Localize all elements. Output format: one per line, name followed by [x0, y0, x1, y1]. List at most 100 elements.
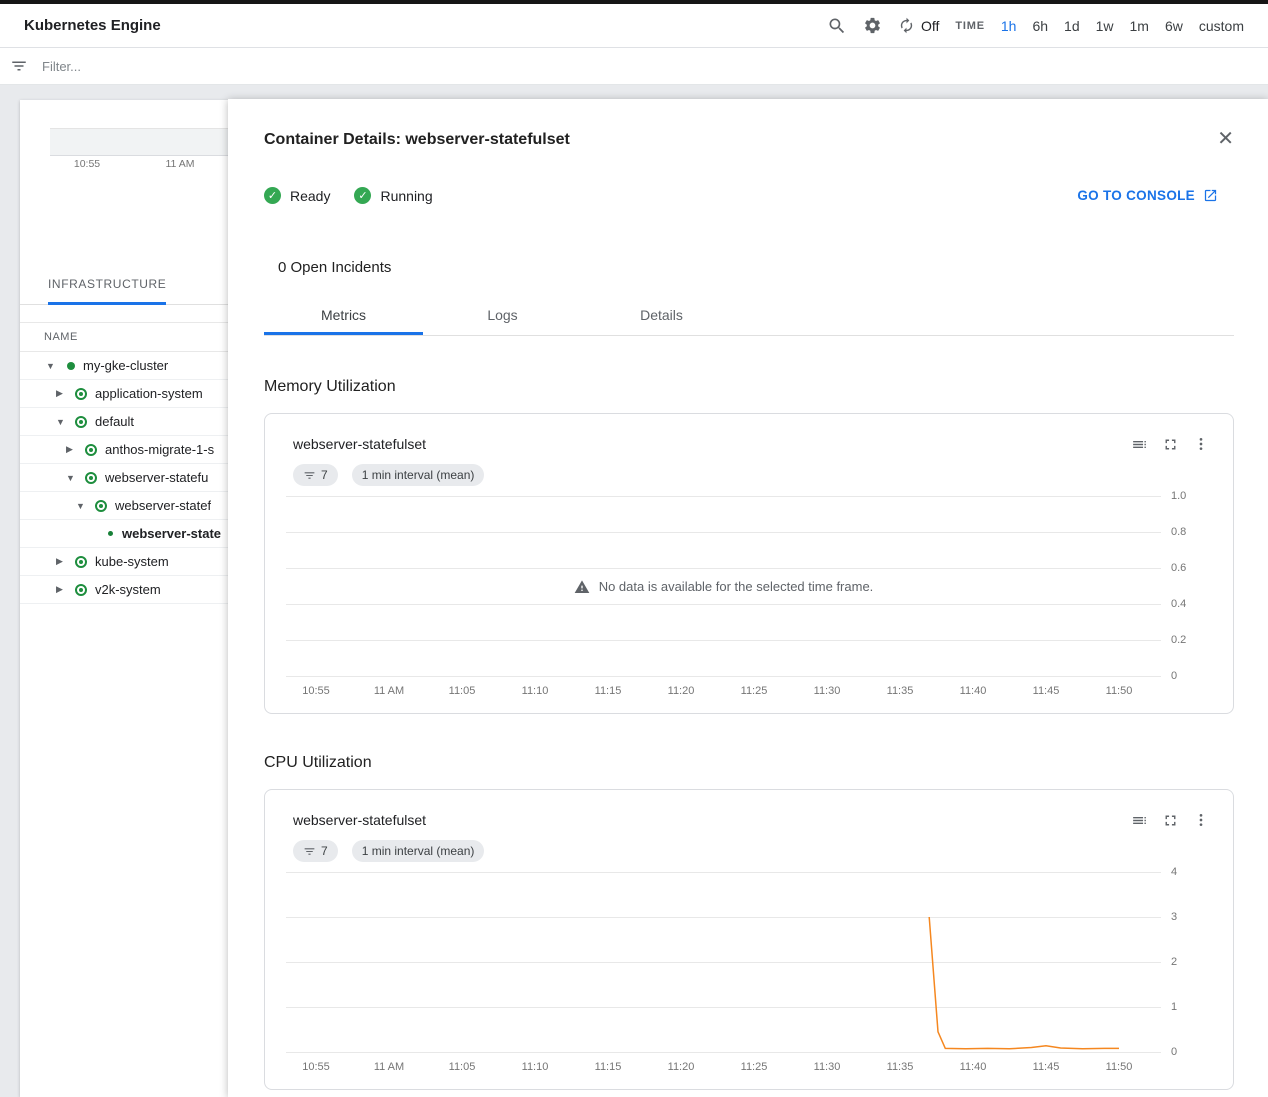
- tree-item-anthos-migrate[interactable]: anthos-migrate-1-s: [20, 436, 228, 464]
- x-axis-label: 11:30: [814, 1061, 841, 1073]
- tab-details[interactable]: Details: [582, 295, 741, 335]
- tree-item-application-system[interactable]: application-system: [20, 380, 228, 408]
- tree-item-webserver-container[interactable]: webserver-state: [20, 520, 228, 548]
- check-circle-icon: [354, 187, 371, 204]
- time-range-1h[interactable]: 1h: [1001, 18, 1017, 34]
- x-axis-label: 11:25: [741, 685, 768, 697]
- y-axis: 1.00.80.60.40.20: [1161, 496, 1231, 677]
- tree-column-header: NAME: [20, 322, 228, 352]
- y-axis-label: 1.0: [1171, 490, 1186, 502]
- sidebar-tab-row: INFRASTRUCTURE: [20, 263, 228, 305]
- chart-body: 43210: [286, 872, 1209, 1053]
- chart-title: webserver-statefulset: [293, 812, 426, 828]
- filter-list-icon[interactable]: [10, 57, 28, 75]
- cpu-section-title: CPU Utilization: [264, 754, 1234, 772]
- status-row: Ready Running GO TO CONSOLE: [264, 187, 1234, 204]
- fullscreen-icon[interactable]: [1162, 812, 1179, 829]
- memory-section-title: Memory Utilization: [264, 378, 1234, 396]
- tree-item-label: my-gke-cluster: [83, 358, 168, 373]
- tab-infrastructure[interactable]: INFRASTRUCTURE: [48, 263, 166, 305]
- tree-item-label: webserver-statef: [115, 498, 211, 513]
- x-axis: 10:5511 AM11:0511:1011:1511:2011:2511:30…: [286, 1053, 1161, 1079]
- chart-card-header: webserver-statefulset: [286, 810, 1209, 830]
- auto-refresh-toggle[interactable]: Off: [898, 17, 939, 34]
- more-options-kebab-icon[interactable]: [1193, 812, 1209, 828]
- warning-icon: [574, 579, 590, 595]
- funnel-icon: [303, 845, 316, 858]
- tree-item-webserver-statefulset[interactable]: webserver-statefu: [20, 464, 228, 492]
- infrastructure-sidebar: 10:55 11 AM INFRASTRUCTURE NAME my-gke-c…: [20, 100, 228, 1097]
- tab-logs[interactable]: Logs: [423, 295, 582, 335]
- legend-list-icon[interactable]: [1131, 436, 1148, 453]
- filter-chip[interactable]: 7: [293, 464, 338, 486]
- settings-gear-icon[interactable]: [863, 16, 882, 35]
- time-range-1m[interactable]: 1m: [1130, 18, 1149, 34]
- tree-item-my-gke-cluster[interactable]: my-gke-cluster: [20, 352, 228, 380]
- more-options-kebab-icon[interactable]: [1193, 436, 1209, 452]
- time-range-custom[interactable]: custom: [1199, 18, 1244, 34]
- filter-bar: [0, 48, 1268, 85]
- x-axis-label: 11:15: [595, 1061, 622, 1073]
- close-icon[interactable]: ✕: [1217, 129, 1234, 149]
- chart-actions: [1131, 436, 1209, 453]
- auto-refresh-label: Off: [921, 18, 939, 34]
- infrastructure-tree: my-gke-cluster application-system defaul…: [20, 352, 228, 604]
- plot-area: No data is available for the selected ti…: [286, 496, 1161, 677]
- tree-item-kube-system[interactable]: kube-system: [20, 548, 228, 576]
- x-axis-label: 11:50: [1106, 685, 1133, 697]
- status-running: Running: [354, 187, 432, 204]
- legend-list-icon[interactable]: [1131, 812, 1148, 829]
- panel-title: Container Details: webserver-statefulset: [264, 131, 570, 148]
- chart-body: No data is available for the selected ti…: [286, 496, 1209, 677]
- interval-chip[interactable]: 1 min interval (mean): [352, 840, 485, 862]
- series-line: [929, 917, 1119, 1049]
- y-axis-label: 0: [1171, 1046, 1177, 1058]
- mini-chart-tick: 10:55: [74, 158, 100, 170]
- filter-input[interactable]: [42, 59, 1258, 74]
- chevron-down-icon[interactable]: [46, 361, 65, 371]
- go-to-console-link[interactable]: GO TO CONSOLE: [1077, 188, 1218, 203]
- open-incidents[interactable]: 0 Open Incidents: [278, 259, 1234, 276]
- chevron-right-icon[interactable]: [56, 584, 75, 595]
- x-axis-label: 11 AM: [374, 1061, 404, 1073]
- check-circle-icon: [264, 187, 281, 204]
- mini-chart-tick: 11 AM: [166, 158, 195, 170]
- x-axis-label: 11:15: [595, 685, 622, 697]
- search-icon[interactable]: [827, 16, 847, 36]
- tree-item-v2k-system[interactable]: v2k-system: [20, 576, 228, 604]
- pod-icon: [95, 500, 107, 512]
- chevron-down-icon[interactable]: [56, 417, 75, 427]
- time-range-6h[interactable]: 6h: [1032, 18, 1048, 34]
- time-range-6w[interactable]: 6w: [1165, 18, 1183, 34]
- x-axis-label: 10:55: [302, 1061, 330, 1073]
- status-ready: Ready: [264, 187, 330, 204]
- interval-chip[interactable]: 1 min interval (mean): [352, 464, 485, 486]
- detail-tabs: Metrics Logs Details: [264, 295, 1234, 336]
- x-axis-label: 11:45: [1033, 1061, 1060, 1073]
- tab-metrics[interactable]: Metrics: [264, 295, 423, 335]
- tree-item-webserver-pod[interactable]: webserver-statef: [20, 492, 228, 520]
- app-bar: Kubernetes Engine Off TIME 1h 6h 1d 1w 1…: [0, 4, 1268, 48]
- x-axis-label: 11:10: [522, 685, 549, 697]
- chevron-right-icon[interactable]: [56, 556, 75, 567]
- container-details-panel: Container Details: webserver-statefulset…: [228, 99, 1268, 1097]
- y-axis-label: 3: [1171, 911, 1177, 923]
- chevron-right-icon[interactable]: [56, 388, 75, 399]
- x-axis-label: 11:10: [522, 1061, 549, 1073]
- x-axis-label: 11:40: [960, 1061, 987, 1073]
- time-range-1d[interactable]: 1d: [1064, 18, 1080, 34]
- x-axis-label: 11:35: [887, 685, 914, 697]
- chevron-down-icon[interactable]: [76, 501, 95, 511]
- time-range-1w[interactable]: 1w: [1096, 18, 1114, 34]
- topbar-controls: Off TIME 1h 6h 1d 1w 1m 6w custom: [827, 16, 1244, 36]
- x-axis-label: 11:05: [449, 685, 476, 697]
- chevron-right-icon[interactable]: [66, 444, 85, 455]
- fullscreen-icon[interactable]: [1162, 436, 1179, 453]
- no-data-text: No data is available for the selected ti…: [599, 579, 874, 594]
- tree-item-default[interactable]: default: [20, 408, 228, 436]
- chart-title: webserver-statefulset: [293, 436, 426, 452]
- chart-actions: [1131, 812, 1209, 829]
- series-plot: [286, 872, 1161, 1053]
- filter-chip[interactable]: 7: [293, 840, 338, 862]
- chevron-down-icon[interactable]: [66, 473, 85, 483]
